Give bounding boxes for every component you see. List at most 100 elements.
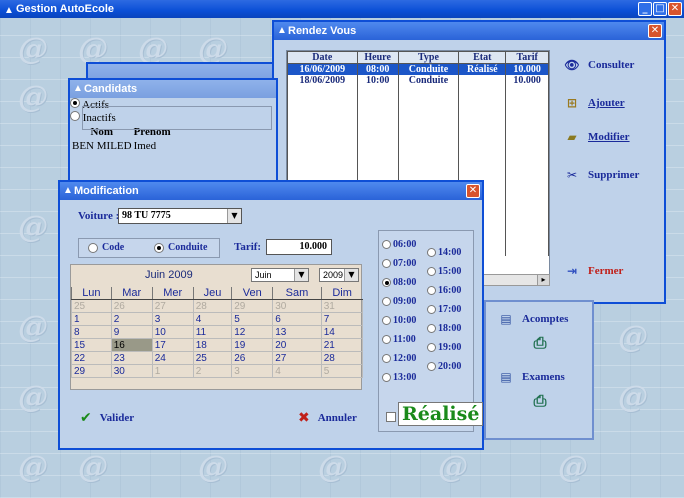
year-select[interactable]: 2009 ▼ — [319, 268, 359, 282]
table-row[interactable]: 18/06/2009 10:00 Conduite 10.000 — [287, 75, 549, 86]
calendar-day[interactable]: 12 — [231, 325, 274, 339]
hour-radio[interactable]: 19:00 — [427, 342, 461, 353]
hour-radio[interactable]: 09:00 — [382, 296, 416, 307]
tarif-input[interactable]: 10.000 — [266, 239, 332, 255]
candidats-list[interactable]: Nom Prenom BEN MILED Imed — [70, 124, 276, 174]
calendar-day[interactable]: 3 — [231, 364, 274, 378]
calendar-day[interactable]: 1 — [151, 364, 194, 378]
hour-label: 06:00 — [393, 239, 417, 250]
hour-radio[interactable]: 20:00 — [427, 361, 461, 372]
calendar-day[interactable]: 7 — [320, 312, 364, 326]
ajouter-button[interactable]: ⊞ Ajouter — [564, 96, 625, 110]
print-acomptes-button[interactable]: ⎙ — [532, 335, 548, 351]
calendar-day[interactable]: 29 — [231, 299, 274, 313]
calendar-day[interactable]: 17 — [151, 338, 194, 352]
chevron-down-icon[interactable]: ▼ — [294, 269, 308, 281]
hour-radio[interactable]: 10:00 — [382, 315, 416, 326]
calendar-day[interactable]: 31 — [320, 299, 364, 313]
calendar-day[interactable]: 21 — [320, 338, 364, 352]
modifier-button[interactable]: ▰ Modifier — [564, 130, 629, 144]
calendar-day[interactable]: 1 — [71, 312, 112, 326]
table-row[interactable]: BEN MILED Imed — [72, 140, 171, 152]
hour-radio[interactable]: 08:00 — [382, 277, 416, 288]
calendar-day[interactable]: 2 — [110, 312, 153, 326]
valider-button[interactable]: ✔ Valider — [80, 410, 134, 426]
fermer-button[interactable]: ⇥ Fermer — [564, 264, 623, 278]
col-tarif[interactable]: Tarif — [505, 51, 549, 64]
minimize-button[interactable]: _ — [638, 2, 652, 16]
print-examens-button[interactable]: ⎙ — [532, 393, 548, 409]
col-etat[interactable]: Etat — [458, 51, 507, 64]
calendar-day[interactable]: 26 — [231, 351, 274, 365]
hour-radio[interactable]: 07:00 — [382, 258, 416, 269]
hour-radio[interactable]: 14:00 — [427, 247, 461, 258]
radio-code[interactable]: Code — [88, 242, 124, 253]
window-icon: ▲ — [63, 185, 73, 196]
calendar-day[interactable]: 30 — [272, 299, 322, 313]
month-select[interactable]: Juin ▼ — [251, 268, 309, 282]
acomptes-button[interactable]: ▤ Acomptes — [498, 312, 568, 326]
hour-radio[interactable]: 12:00 — [382, 353, 416, 364]
calendar-day[interactable]: 23 — [110, 351, 153, 365]
supprimer-button[interactable]: ✂ Supprimer — [564, 168, 639, 182]
calendar-day[interactable]: 25 — [71, 299, 112, 313]
col-type[interactable]: Type — [397, 51, 460, 64]
consulter-button[interactable]: 👁 Consulter — [564, 58, 634, 72]
calendar-day[interactable]: 15 — [71, 338, 112, 352]
calendar-day[interactable]: 4 — [192, 312, 233, 326]
col-heure[interactable]: Heure — [356, 51, 399, 64]
weekday-header: Mer — [151, 287, 194, 300]
calendar-day[interactable]: 3 — [151, 312, 194, 326]
calendar-day[interactable]: 4 — [272, 364, 322, 378]
calendar-day[interactable]: 11 — [192, 325, 233, 339]
calendar-day[interactable]: 22 — [71, 351, 112, 365]
calendar-day[interactable]: 27 — [151, 299, 194, 313]
calendar-day[interactable]: 28 — [320, 351, 364, 365]
calendar-day[interactable]: 16 — [110, 338, 153, 352]
calendar-day[interactable]: 27 — [272, 351, 322, 365]
calendar-day[interactable]: 14 — [320, 325, 364, 339]
hour-label: 07:00 — [393, 258, 417, 269]
scroll-right-arrow-icon[interactable]: ▸ — [537, 275, 549, 285]
calendar-day[interactable]: 9 — [110, 325, 153, 339]
annuler-button[interactable]: ✖ Annuler — [298, 410, 357, 426]
hour-radio[interactable]: 18:00 — [427, 323, 461, 334]
maximize-button[interactable]: □ — [653, 2, 667, 16]
calendar-day[interactable]: 18 — [192, 338, 233, 352]
calendar-day[interactable]: 19 — [231, 338, 274, 352]
hour-radio[interactable]: 16:00 — [427, 285, 461, 296]
chevron-down-icon[interactable]: ▼ — [344, 269, 358, 281]
calendar-day[interactable]: 5 — [320, 364, 364, 378]
calendar-day[interactable]: 28 — [192, 299, 233, 313]
calendar-day[interactable]: 10 — [151, 325, 194, 339]
chevron-down-icon[interactable]: ▼ — [227, 209, 241, 223]
calendar-day[interactable]: 8 — [71, 325, 112, 339]
table-row[interactable]: 16/06/2009 08:00 Conduite Réalisé 10.000 — [287, 63, 549, 75]
calendar-day[interactable]: 25 — [192, 351, 233, 365]
hour-radio[interactable]: 15:00 — [427, 266, 461, 277]
calendar-day[interactable]: 13 — [272, 325, 322, 339]
calendar-day[interactable]: 24 — [151, 351, 194, 365]
examens-button[interactable]: ▤ Examens — [498, 370, 564, 384]
calendar-day[interactable]: 5 — [231, 312, 274, 326]
weekday-header: Jeu — [192, 287, 232, 300]
radio-conduite[interactable]: Conduite — [154, 242, 207, 253]
close-modification-button[interactable]: ✕ — [466, 184, 480, 198]
calendar-day[interactable]: 29 — [71, 364, 112, 378]
col-date[interactable]: Date — [287, 51, 358, 64]
hour-radio[interactable]: 13:00 — [382, 372, 416, 383]
close-rendez-vous-button[interactable]: ✕ — [648, 24, 662, 38]
realise-checkbox[interactable] — [386, 412, 396, 422]
calendar-day[interactable]: 26 — [110, 299, 153, 313]
calendar-grid: Lun Mar Mer Jeu Ven Sam Dim 25 26 27 28 29 30 31 1 2 3 4… — [71, 287, 364, 378]
calendar-day[interactable]: 20 — [272, 338, 322, 352]
hour-radio[interactable]: 17:00 — [427, 304, 461, 315]
close-app-button[interactable]: ✕ — [668, 2, 682, 16]
calendar-day[interactable]: 2 — [192, 364, 233, 378]
radio-dot — [382, 297, 391, 306]
calendar-day[interactable]: 30 — [110, 364, 153, 378]
hour-radio[interactable]: 11:00 — [382, 334, 416, 345]
hour-radio[interactable]: 06:00 — [382, 239, 416, 250]
voiture-select[interactable]: 98 TU 7775 ▼ — [118, 208, 242, 224]
calendar-day[interactable]: 6 — [272, 312, 322, 326]
